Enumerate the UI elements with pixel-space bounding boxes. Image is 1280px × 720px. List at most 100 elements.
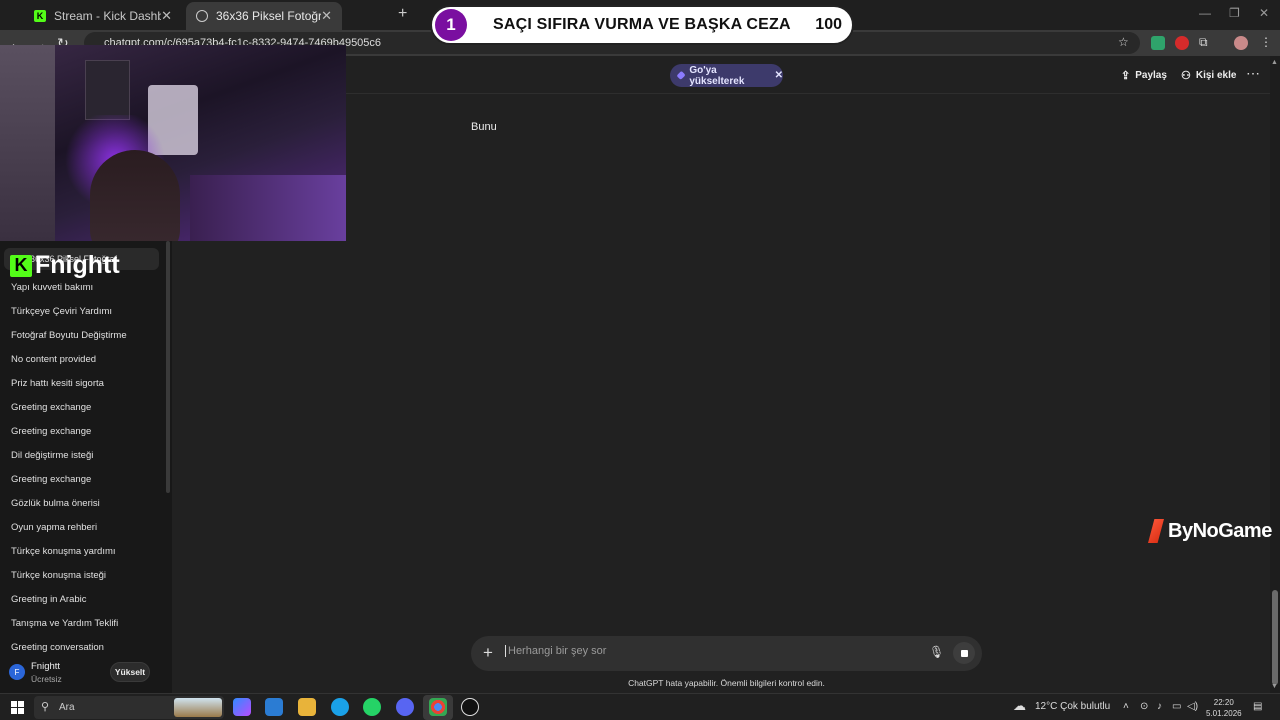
scrollbar-thumb[interactable]	[1272, 590, 1278, 685]
tray-chevron-icon[interactable]: ˄	[1123, 701, 1129, 712]
extension-icon[interactable]	[1175, 36, 1189, 50]
obs-icon[interactable]	[461, 698, 479, 716]
share-icon: ⇪	[1121, 70, 1131, 82]
sparkle-icon	[676, 70, 686, 81]
close-window-icon[interactable]: ✕	[1259, 6, 1269, 20]
share-label: Paylaş	[1135, 70, 1167, 81]
challenge-text: SAÇI SIFIRA VURMA VE BAŞKA CEZA	[493, 16, 791, 33]
sidebar-history-item[interactable]: Türkçeye Çeviri Yardımı	[0, 300, 160, 324]
sidebar-scrollbar[interactable]	[166, 241, 170, 493]
avatar: F	[9, 664, 25, 680]
chat-history-list: Yapı kuvveti bakımı Türkçeye Çeviri Yard…	[0, 276, 160, 660]
tab-kick-dashboard[interactable]: K Stream - Kick Dashboard ✕	[24, 2, 182, 30]
volume-icon[interactable]: ◁)	[1187, 701, 1198, 712]
kick-favicon-icon: K	[34, 10, 46, 22]
sidebar-history-item[interactable]: No content provided	[0, 348, 160, 372]
webcam-streamer	[90, 150, 180, 241]
close-icon[interactable]: ✕	[775, 70, 783, 81]
sidebar-history-item[interactable]: Tanışma ve Yardım Teklifi	[0, 612, 160, 636]
share-button[interactable]: ⇪ Paylaş	[1121, 69, 1167, 82]
sidebar-history-item[interactable]: Gözlük bulma önerisi	[0, 492, 160, 516]
tab-chatgpt[interactable]: 36x36 Piksel Fotoğraf ✕	[186, 2, 342, 30]
scroll-up-icon[interactable]: ▲	[1271, 59, 1278, 66]
edge-icon[interactable]	[331, 698, 349, 716]
browser-menu-icon[interactable]: ⋮	[1260, 35, 1272, 49]
sponsor-name: ByNoGame	[1168, 519, 1272, 542]
upgrade-button[interactable]: Yükselt	[110, 662, 150, 682]
user-profile[interactable]: F Fnightt Ücretsiz Yükselt	[0, 653, 172, 693]
search-highlight-image	[174, 698, 222, 717]
add-person-label: Kişi ekle	[1195, 70, 1237, 81]
bynogame-logo-icon	[1148, 519, 1164, 543]
tray-mic-icon[interactable]: ♪	[1157, 701, 1162, 712]
chrome-icon[interactable]	[429, 698, 447, 716]
sidebar-history-item[interactable]: Greeting exchange	[0, 396, 160, 420]
sidebar-history-item[interactable]: Priz hattı kesiti sigorta	[0, 372, 160, 396]
webcam-background	[190, 175, 346, 241]
network-icon[interactable]: ▭	[1172, 701, 1181, 712]
scroll-down-icon[interactable]: ▼	[1271, 683, 1278, 690]
discord-icon[interactable]	[396, 698, 414, 716]
sidebar-history-item[interactable]: Dil değiştirme isteği	[0, 444, 160, 468]
challenge-number: 1	[435, 9, 467, 41]
upgrade-pill[interactable]: Go'ya yükselterek ✕	[670, 64, 783, 87]
upgrade-pill-label: Go'ya yükselterek	[689, 64, 745, 87]
voice-mode-button[interactable]	[953, 642, 975, 664]
tab-title: 36x36 Piksel Fotoğraf	[216, 9, 322, 23]
stream-challenge-banner: 1 SAÇI SIFIRA VURMA VE BAŞKA CEZA 100	[430, 5, 854, 45]
tab-title: Stream - Kick Dashboard	[54, 9, 162, 23]
microphone-icon[interactable]: 🎙	[929, 645, 944, 659]
weather-text[interactable]: 12°C Çok bulutlu	[1035, 701, 1110, 712]
person-add-icon: ⚇	[1181, 70, 1191, 82]
search-icon: ⚲	[41, 701, 50, 713]
sidebar-history-item[interactable]: Türkçe konuşma isteği	[0, 564, 160, 588]
header-divider	[346, 93, 1270, 94]
file-explorer-icon[interactable]	[298, 698, 316, 716]
sidebar-history-item[interactable]: Oyun yapma rehberi	[0, 516, 160, 540]
webcam-background	[0, 45, 55, 241]
weather-icon: ☁	[1013, 698, 1026, 713]
add-person-button[interactable]: ⚇ Kişi ekle	[1181, 69, 1236, 82]
copilot-icon[interactable]	[233, 698, 251, 716]
extension-icon[interactable]	[1151, 36, 1165, 50]
sidebar-history-item[interactable]: Yapı kuvveti bakımı	[0, 276, 160, 300]
stop-icon	[960, 649, 968, 657]
windows-start-icon[interactable]	[11, 701, 24, 714]
sidebar-history-item[interactable]: Fotoğraf Boyutu Değiştirme	[0, 324, 160, 348]
minimize-icon[interactable]: —	[1199, 6, 1211, 20]
search-label: Ara	[59, 702, 75, 713]
taskbar-search[interactable]: ⚲ Ara	[34, 696, 224, 719]
page-scrollbar[interactable]: ▲ ▼	[1270, 56, 1280, 693]
sidebar-history-item[interactable]: Greeting exchange	[0, 420, 160, 444]
profile-avatar[interactable]	[1234, 36, 1248, 50]
extensions-puzzle-icon[interactable]: ⧉	[1199, 35, 1208, 50]
more-options-icon[interactable]: ⋯	[1246, 65, 1260, 82]
close-tab-icon[interactable]: ✕	[161, 8, 172, 24]
taskbar-clock[interactable]: 22:20 5.01.2026	[1206, 697, 1242, 719]
user-plan: Ücretsiz	[31, 674, 62, 684]
webcam-background	[85, 60, 130, 120]
close-tab-icon[interactable]: ✕	[321, 8, 332, 24]
bookmark-star-icon[interactable]: ☆	[1118, 35, 1129, 49]
challenge-score: 100	[815, 16, 842, 33]
disclaimer-text: ChatGPT hata yapabilir. Önemli bilgileri…	[628, 678, 825, 688]
tray-app-icon[interactable]: ⊙	[1140, 701, 1148, 712]
notification-icon[interactable]: ▤	[1253, 701, 1262, 712]
clock-date: 5.01.2026	[1206, 709, 1242, 718]
chat-message: Bunu	[471, 121, 497, 133]
sidebar-history-item[interactable]: Greeting in Arabic	[0, 588, 160, 612]
whatsapp-icon[interactable]	[363, 698, 381, 716]
taskbar: ⚲ Ara ☁ 12°C Çok bulutlu ˄ ⊙ ♪ ▭ ◁) 22:2…	[0, 693, 1280, 720]
message-composer: + 🎙	[471, 636, 982, 671]
webcam-overlay	[0, 45, 346, 241]
sidebar: 36x36 Piksel Fotoğraf K Fnightt Yapı kuv…	[0, 241, 172, 693]
store-icon[interactable]	[265, 698, 283, 716]
screen: K Stream - Kick Dashboard ✕ 36x36 Piksel…	[0, 0, 1280, 720]
chatgpt-favicon-icon	[196, 10, 208, 22]
sidebar-history-item[interactable]: Türkçe konuşma yardımı	[0, 540, 160, 564]
new-tab-button[interactable]: +	[398, 5, 407, 23]
prompt-input[interactable]	[505, 645, 925, 657]
plus-icon[interactable]: +	[483, 643, 493, 663]
restore-icon[interactable]: ❐	[1229, 6, 1240, 20]
sidebar-history-item[interactable]: Greeting exchange	[0, 468, 160, 492]
